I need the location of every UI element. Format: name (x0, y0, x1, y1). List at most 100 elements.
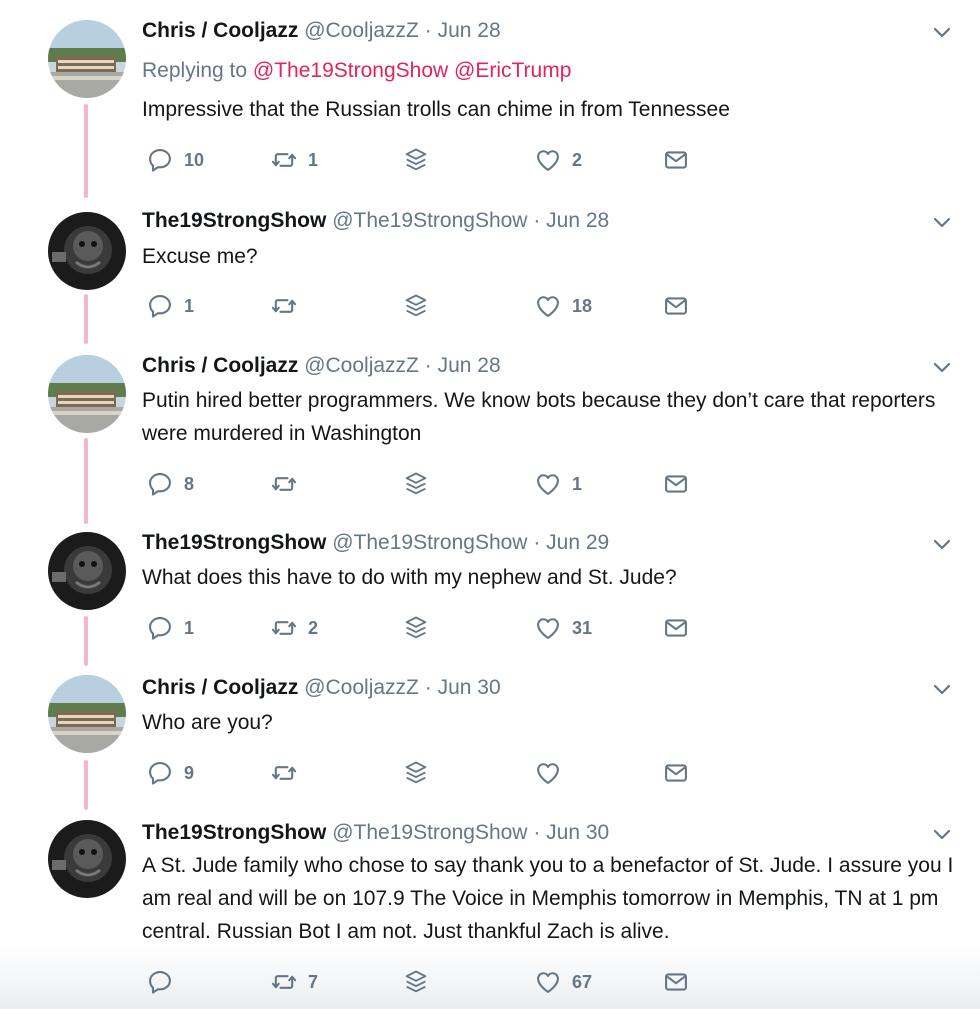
tweet-date[interactable]: Jun 29 (546, 531, 609, 554)
buffer-button[interactable] (402, 757, 430, 789)
buffer-button[interactable] (402, 468, 430, 500)
separator-dot: · (533, 209, 541, 232)
mention-link[interactable]: @EricTrump (454, 59, 571, 82)
avatar[interactable] (48, 532, 126, 610)
reply-button[interactable]: 8 (146, 468, 194, 500)
layers-icon (402, 470, 430, 498)
tweet[interactable]: The19StrongShow @The19StrongShow · Jun 3… (0, 818, 980, 1009)
chevron-down-icon[interactable] (930, 532, 954, 556)
tweet-date[interactable]: Jun 28 (546, 209, 609, 232)
chevron-down-icon[interactable] (930, 677, 954, 701)
direct-message-button[interactable] (662, 290, 690, 322)
retweet-button[interactable] (270, 468, 308, 500)
action-bar: 1 18 (142, 290, 702, 322)
reply-count: 9 (184, 762, 195, 783)
avatar[interactable] (48, 820, 126, 898)
tweet[interactable]: Chris / Cooljazz @CooljazzZ · Jun 30 Who… (0, 673, 980, 803)
tweet[interactable]: Chris / Cooljazz @CooljazzZ · Jun 28 Rep… (0, 16, 980, 196)
tweet-header: The19StrongShow @The19StrongShow · Jun 2… (142, 206, 609, 236)
buffer-button[interactable] (402, 144, 430, 176)
tweet-date[interactable]: Jun 28 (438, 19, 501, 42)
user-handle[interactable]: @CooljazzZ (304, 354, 419, 377)
like-button[interactable] (534, 757, 572, 789)
action-bar: 10 1 2 (142, 144, 702, 176)
tweet-text: Putin hired better programmers. We know … (142, 389, 936, 445)
tweet-text: Who are you? (142, 711, 273, 734)
reply-count: 10 (184, 149, 205, 170)
reply-button[interactable]: 1 (146, 612, 194, 644)
retweet-button[interactable]: 2 (270, 612, 318, 644)
reply-button[interactable] (146, 966, 184, 998)
retweet-icon (270, 968, 298, 996)
retweet-count: 1 (308, 149, 319, 170)
tweet[interactable]: The19StrongShow @The19StrongShow · Jun 2… (0, 528, 980, 658)
display-name[interactable]: Chris / Cooljazz (142, 19, 298, 42)
reply-button[interactable]: 10 (146, 144, 204, 176)
reply-count: 1 (184, 295, 195, 316)
separator-dot: · (533, 531, 541, 554)
user-handle[interactable]: @The19StrongShow (332, 209, 527, 232)
display-name[interactable]: The19StrongShow (142, 209, 326, 232)
reply-icon (146, 759, 174, 787)
user-handle[interactable]: @The19StrongShow (332, 531, 527, 554)
retweet-icon (270, 470, 298, 498)
tweet-date[interactable]: Jun 30 (438, 676, 501, 699)
buffer-button[interactable] (402, 966, 430, 998)
avatar[interactable] (48, 212, 126, 290)
reply-count: 1 (184, 617, 195, 638)
retweet-button[interactable] (270, 757, 308, 789)
separator-dot: · (424, 354, 432, 377)
retweet-icon (270, 614, 298, 642)
display-name[interactable]: The19StrongShow (142, 531, 326, 554)
user-handle[interactable]: @CooljazzZ (304, 676, 419, 699)
buffer-button[interactable] (402, 612, 430, 644)
chevron-down-icon[interactable] (930, 210, 954, 234)
chevron-down-icon[interactable] (930, 822, 954, 846)
tweet-header: Chris / Cooljazz @CooljazzZ · Jun 28 (142, 16, 501, 46)
avatar[interactable] (48, 20, 126, 98)
tweet[interactable]: Chris / Cooljazz @CooljazzZ · Jun 28 Put… (0, 351, 980, 511)
chevron-down-icon[interactable] (930, 355, 954, 379)
tweet-date[interactable]: Jun 28 (438, 354, 501, 377)
reply-icon (146, 470, 174, 498)
direct-message-button[interactable] (662, 144, 690, 176)
direct-message-button[interactable] (662, 468, 690, 500)
like-button[interactable]: 2 (534, 144, 582, 176)
like-button[interactable]: 67 (534, 966, 592, 998)
like-button[interactable]: 1 (534, 468, 582, 500)
envelope-icon (662, 759, 690, 787)
tweet-date[interactable]: Jun 30 (546, 821, 609, 844)
like-count: 2 (572, 149, 583, 170)
direct-message-button[interactable] (662, 612, 690, 644)
envelope-icon (662, 470, 690, 498)
layers-icon (402, 292, 430, 320)
retweet-icon (270, 146, 298, 174)
direct-message-button[interactable] (662, 757, 690, 789)
reply-button[interactable]: 1 (146, 290, 194, 322)
display-name[interactable]: The19StrongShow (142, 821, 326, 844)
user-handle[interactable]: @The19StrongShow (332, 821, 527, 844)
retweet-button[interactable] (270, 290, 308, 322)
retweet-button[interactable]: 1 (270, 144, 318, 176)
tweet-text: What does this have to do with my nephew… (142, 566, 677, 589)
avatar[interactable] (48, 355, 126, 433)
chevron-down-icon[interactable] (930, 20, 954, 44)
user-handle[interactable]: @CooljazzZ (304, 19, 419, 42)
like-button[interactable]: 31 (534, 612, 592, 644)
separator-dot: · (424, 19, 432, 42)
display-name[interactable]: Chris / Cooljazz (142, 676, 298, 699)
direct-message-button[interactable] (662, 966, 690, 998)
like-count: 18 (572, 295, 593, 316)
mention-link[interactable]: @The19StrongShow (253, 59, 448, 82)
reply-button[interactable]: 9 (146, 757, 194, 789)
like-button[interactable]: 18 (534, 290, 592, 322)
layers-icon (402, 759, 430, 787)
tweet-text: A St. Jude family who chose to say thank… (142, 854, 954, 943)
retweet-button[interactable]: 7 (270, 966, 318, 998)
display-name[interactable]: Chris / Cooljazz (142, 354, 298, 377)
avatar[interactable] (48, 675, 126, 753)
tweet[interactable]: The19StrongShow @The19StrongShow · Jun 2… (0, 206, 980, 336)
envelope-icon (662, 968, 690, 996)
buffer-button[interactable] (402, 290, 430, 322)
action-bar: 7 67 (142, 966, 702, 998)
